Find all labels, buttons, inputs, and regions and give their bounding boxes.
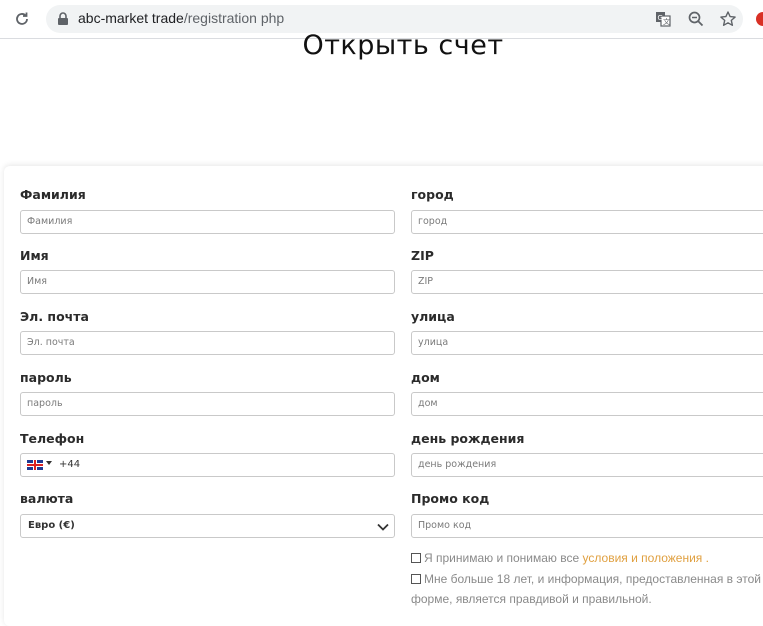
birthday-placeholder: день рождения <box>418 459 497 470</box>
label-password: пароль <box>20 370 72 385</box>
chevron-down-icon <box>376 520 390 534</box>
svg-text:文: 文 <box>663 17 670 26</box>
page-title: Открыть счет <box>302 30 504 61</box>
house-input[interactable]: дом <box>411 392 763 416</box>
street-placeholder: улица <box>418 337 449 348</box>
terms-checkbox[interactable] <box>411 553 421 563</box>
label-promo: Промо код <box>411 491 490 506</box>
label-email: Эл. почта <box>20 309 89 324</box>
street-input[interactable]: улица <box>411 331 763 355</box>
lock-icon <box>57 12 71 26</box>
zoom-icon[interactable] <box>687 10 705 28</box>
label-currency: валюта <box>20 491 74 506</box>
age-text-line1: Мне больше 18 лет, и информация, предост… <box>424 572 761 586</box>
terms-text: Я принимаю и понимаю все условия и полож… <box>424 551 709 565</box>
uk-flag-icon[interactable] <box>27 460 43 470</box>
label-phone: Телефон <box>20 431 85 446</box>
label-zip: ZIP <box>411 248 434 263</box>
url-text: abc-market trade/registration php <box>78 10 285 26</box>
currency-select[interactable]: Евро (€) <box>20 514 395 538</box>
city-placeholder: город <box>418 216 448 227</box>
currency-selected: Евро (€) <box>28 520 75 531</box>
surname-input[interactable]: Фамилия <box>20 210 395 234</box>
terms-link[interactable]: условия и положения <box>583 551 703 565</box>
house-placeholder: дом <box>418 398 438 409</box>
phone-input[interactable]: +44 <box>20 453 395 477</box>
reload-icon[interactable] <box>10 7 34 31</box>
age-checkbox[interactable] <box>411 574 421 584</box>
name-input[interactable]: Имя <box>20 270 395 294</box>
dial-code: +44 <box>59 459 81 470</box>
label-birthday: день рождения <box>411 431 525 446</box>
promo-input[interactable]: Промо код <box>411 514 763 538</box>
password-input[interactable]: пароль <box>20 392 395 416</box>
label-city: город <box>411 187 454 202</box>
name-placeholder: Имя <box>27 276 47 287</box>
email-placeholder: Эл. почта <box>27 337 75 348</box>
city-input[interactable]: город <box>411 210 763 234</box>
label-name: Имя <box>20 248 49 263</box>
star-icon[interactable] <box>719 10 737 28</box>
birthday-input[interactable]: день рождения <box>411 453 763 477</box>
email-input[interactable]: Эл. почта <box>20 331 395 355</box>
zip-placeholder: ZIP <box>418 276 434 287</box>
label-house: дом <box>411 370 440 385</box>
age-text-line2: форме, является правдивой и правильной. <box>411 592 652 606</box>
extension-icon[interactable] <box>756 12 763 26</box>
zip-input[interactable]: ZIP <box>411 270 763 294</box>
translate-icon[interactable]: G 文 <box>654 10 672 28</box>
label-surname: Фамилия <box>20 187 86 202</box>
surname-placeholder: Фамилия <box>27 216 73 227</box>
address-bar[interactable]: abc-market trade/registration php G 文 <box>46 5 743 33</box>
password-placeholder: пароль <box>27 398 63 409</box>
label-street: улица <box>411 309 455 324</box>
caret-down-icon[interactable] <box>46 461 52 465</box>
promo-placeholder: Промо код <box>418 520 472 531</box>
